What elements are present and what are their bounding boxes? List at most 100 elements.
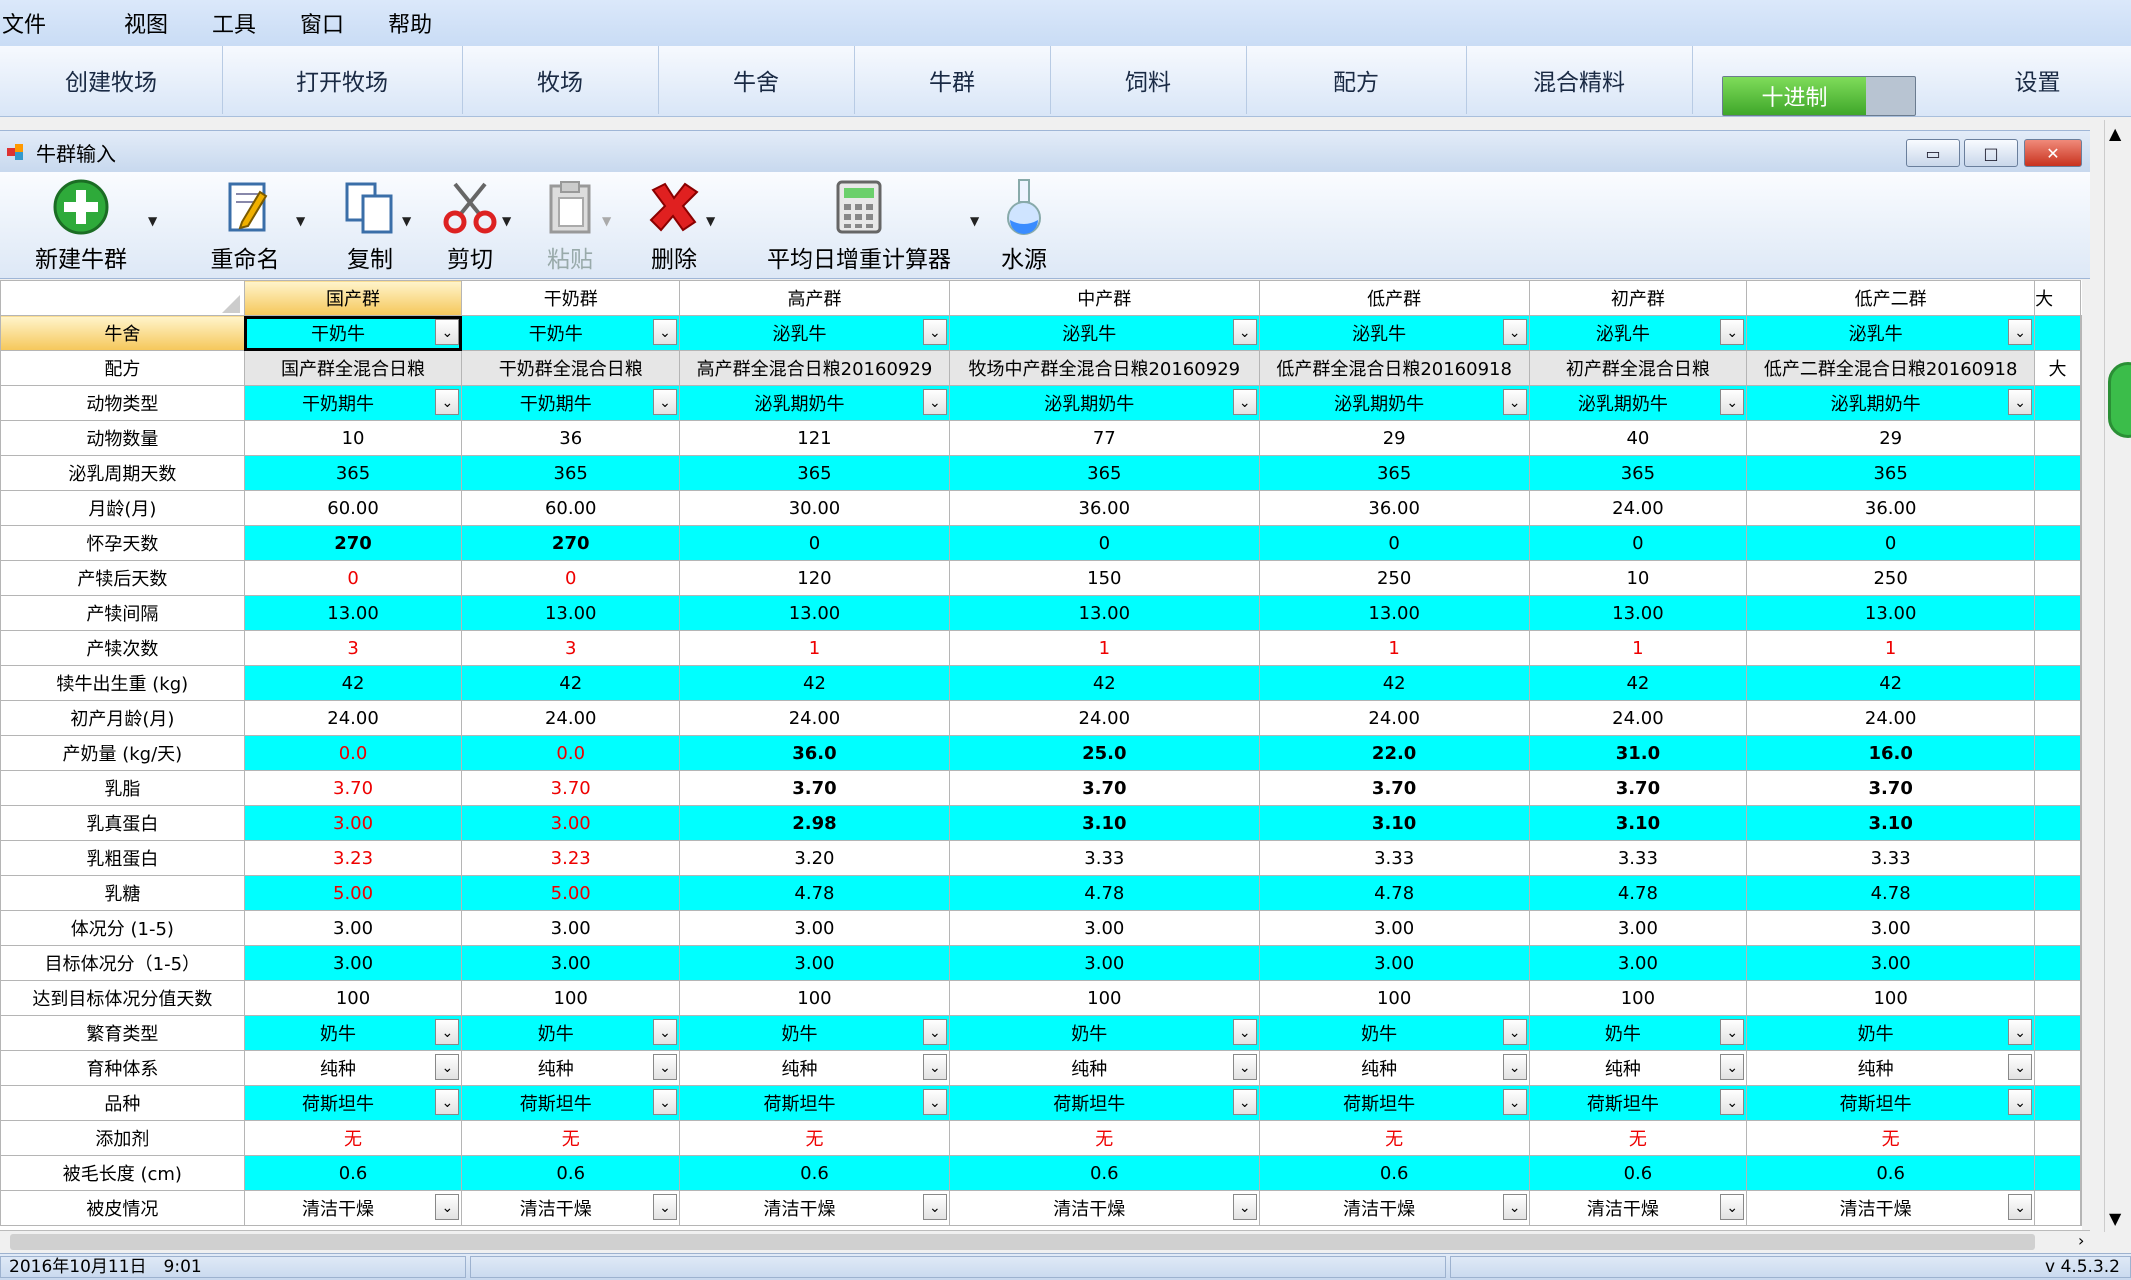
row-header[interactable]: 育种体系 [0,1050,245,1086]
chevron-down-icon[interactable]: ⌄ [1502,1194,1527,1220]
grid-cell[interactable] [2034,700,2081,736]
grid-cell[interactable] [2034,840,2081,876]
chevron-down-icon[interactable]: ⌄ [653,1054,678,1080]
grid-cell[interactable]: 奶牛 ⌄ [1746,1015,2036,1051]
grid-cell[interactable]: 250 [1746,560,2036,596]
grid-cell[interactable]: 纯种 ⌄ [461,1050,681,1086]
grid-cell[interactable]: 0.6 [679,1155,950,1191]
vertical-scrollbar[interactable]: ▲ ▼ [2104,120,2131,1232]
grid-cell[interactable] [2034,525,2081,561]
grid-cell[interactable]: 0 [1746,525,2036,561]
grid-cell[interactable]: 泌乳期奶牛 ⌄ [1258,385,1530,421]
row-header[interactable]: 产奶量 (kg/天) [0,735,245,771]
grid-cell[interactable]: 3.00 [1258,945,1530,981]
grid-cell[interactable]: 3 [461,630,681,666]
chevron-down-icon[interactable]: ⌄ [1502,319,1527,345]
grid-cell[interactable]: 奶牛 ⌄ [461,1015,681,1051]
grid-cell[interactable]: 无 [679,1120,950,1156]
row-header[interactable]: 体况分 (1-5) [0,910,245,946]
row-header[interactable]: 初产月龄(月) [0,700,245,736]
grid-cell[interactable]: 3.00 [461,910,681,946]
grid-cell[interactable]: 荷斯坦牛 ⌄ [948,1085,1260,1121]
grid-cell[interactable]: 13.00 [679,595,950,631]
grid-cell[interactable] [2034,630,2081,666]
grid-cell[interactable]: 3.33 [1528,840,1748,876]
grid-cell[interactable]: 3 [243,630,463,666]
grid-cell[interactable]: 29 [1258,420,1530,456]
chevron-down-icon[interactable]: ⌄ [435,1054,460,1080]
chevron-down-icon[interactable]: ⌄ [1232,1194,1257,1220]
grid-cell[interactable]: 荷斯坦牛 ⌄ [679,1085,950,1121]
grid-cell[interactable] [2034,910,2081,946]
grid-cell[interactable]: 365 [679,455,950,491]
row-header[interactable]: 达到目标体况分值天数 [0,980,245,1016]
grid-cell[interactable]: 低产二群全混合日粮20160918 [1746,350,2036,386]
grid-cell[interactable]: 3.70 [1528,770,1748,806]
horizontal-scrollbar[interactable]: › [0,1230,2090,1253]
chevron-down-icon[interactable]: ⌄ [435,389,460,415]
grid-cell[interactable]: 365 [243,455,463,491]
grid-cell[interactable]: 365 [1258,455,1530,491]
grid-cell[interactable]: 3.00 [461,945,681,981]
chevron-down-icon[interactable]: ⌄ [653,1194,678,1220]
grid-cell[interactable]: 3.70 [461,770,681,806]
grid-cell[interactable] [2034,595,2081,631]
delete-button[interactable]: 删除 ▼ [644,172,715,278]
grid-cell[interactable]: 3.00 [1528,945,1748,981]
chevron-down-icon[interactable]: ⌄ [653,1089,678,1115]
grid-cell[interactable] [2034,1190,2081,1226]
row-header[interactable]: 乳真蛋白 [0,805,245,841]
paste-button[interactable]: 粘贴 ▼ [540,172,611,278]
grid-cell[interactable]: 国产群全混合日粮 [243,350,463,386]
grid-cell[interactable]: 100 [679,980,950,1016]
grid-cell[interactable]: 13.00 [461,595,681,631]
grid-cell[interactable]: 100 [1746,980,2036,1016]
nav-formula[interactable]: 配方 [1246,46,1467,114]
grid-cell[interactable]: 清洁干燥 ⌄ [1746,1190,2036,1226]
nav-mixed-concentrate[interactable]: 混合精料 [1466,46,1693,114]
maximize-button[interactable]: □ [1964,139,2018,167]
chevron-down-icon[interactable]: ⌄ [1502,1089,1527,1115]
row-header[interactable]: 乳粗蛋白 [0,840,245,876]
row-header[interactable]: 泌乳周期天数 [0,455,245,491]
grid-cell[interactable] [2034,455,2081,491]
rename-button[interactable]: 重命名 ▼ [204,172,305,278]
grid-cell[interactable]: 泌乳期奶牛 ⌄ [1528,385,1748,421]
scroll-down-icon[interactable]: ▼ [2109,1209,2121,1228]
chevron-down-icon[interactable]: ⌄ [922,389,947,415]
grid-cell[interactable]: 奶牛 ⌄ [243,1015,463,1051]
grid-cell[interactable]: 3.00 [679,910,950,946]
grid-cell[interactable]: 13.00 [1746,595,2036,631]
grid-cell[interactable] [2034,1050,2081,1086]
grid-cell[interactable]: 3.70 [243,770,463,806]
grid-cell[interactable]: 36.00 [948,490,1260,526]
chevron-down-icon[interactable]: ⌄ [1232,1019,1257,1045]
chevron-down-icon[interactable]: ⌄ [1720,1194,1745,1220]
menu-help[interactable]: 帮助 [388,7,476,39]
grid-cell[interactable]: 42 [461,665,681,701]
grid-cell[interactable]: 3.00 [948,945,1260,981]
grid-cell[interactable]: 150 [948,560,1260,596]
grid-cell[interactable]: 清洁干燥 ⌄ [948,1190,1260,1226]
copy-dropdown-icon[interactable]: ▼ [402,214,411,228]
grid-cell[interactable]: 0 [679,525,950,561]
grid-cell[interactable]: 无 [461,1120,681,1156]
grid-cell[interactable]: 13.00 [243,595,463,631]
row-header[interactable]: 产犊间隔 [0,595,245,631]
chevron-down-icon[interactable]: ⌄ [1502,389,1527,415]
grid-cell[interactable]: 无 [1528,1120,1748,1156]
grid-cell[interactable]: 100 [461,980,681,1016]
grid-cell[interactable]: 泌乳牛 ⌄ [948,315,1260,351]
chevron-down-icon[interactable]: ⌄ [2008,389,2033,415]
grid-cell[interactable]: 3.33 [1258,840,1530,876]
grid-cell[interactable]: 0.6 [1746,1155,2036,1191]
grid-cell[interactable]: 3.20 [679,840,950,876]
adg-calculator-dropdown-icon[interactable]: ▼ [970,214,979,228]
grid-cell[interactable]: 1 [1746,630,2036,666]
grid-cell[interactable]: 3.33 [1746,840,2036,876]
grid-cell[interactable]: 3.00 [1746,910,2036,946]
grid-cell[interactable]: 0 [461,560,681,596]
grid-cell[interactable]: 3.23 [461,840,681,876]
grid-cell[interactable]: 0.6 [243,1155,463,1191]
grid-cell[interactable]: 4.78 [1746,875,2036,911]
